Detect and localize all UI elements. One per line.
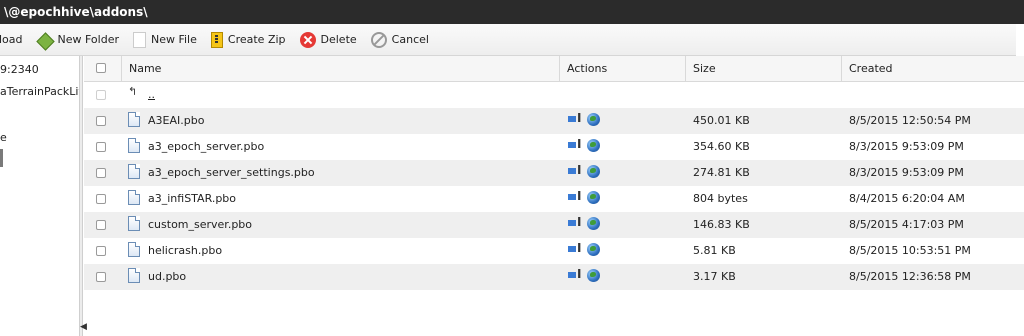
file-icon	[128, 112, 140, 127]
path-title: \@epochhive\addons\	[0, 0, 1024, 24]
file-size: 146.83 KB	[693, 218, 750, 231]
file-icon	[128, 190, 140, 205]
parent-folder-row[interactable]: ↰ ..	[84, 82, 1024, 108]
file-name[interactable]: helicrash.pbo	[148, 238, 222, 264]
file-name[interactable]: a3_epoch_server_settings.pbo	[148, 160, 315, 186]
globe-icon[interactable]	[587, 165, 600, 178]
delete-button[interactable]: Delete	[299, 31, 357, 48]
file-size: 274.81 KB	[693, 166, 750, 179]
tree-item[interactable]: e	[0, 131, 7, 144]
globe-icon[interactable]	[587, 139, 600, 152]
table-row[interactable]: helicrash.pbo 5.81 KB 8/5/2015 10:53:51 PM	[84, 238, 1024, 264]
file-name[interactable]: custom_server.pbo	[148, 212, 252, 238]
file-name[interactable]: A3EAI.pbo	[148, 108, 204, 134]
globe-icon[interactable]	[587, 269, 600, 282]
grid-header: Name Actions Size Created	[84, 56, 1024, 82]
folder-tree-pane: 9:2340 aTerrainPackLit e	[0, 56, 80, 336]
table-row[interactable]: a3_epoch_server_settings.pbo 274.81 KB 8/3…	[84, 160, 1024, 186]
rename-icon[interactable]	[568, 163, 582, 177]
table-row[interactable]: a3_infiSTAR.pbo 804 bytes 8/4/2015 6:20:04…	[84, 186, 1024, 212]
toolbar: pload New Folder New File Create Zip Del…	[0, 24, 1016, 56]
new-file-label: New File	[150, 33, 197, 46]
row-checkbox[interactable]	[96, 142, 106, 152]
table-row[interactable]: ud.pbo 3.17 KB 8/5/2015 12:36:58 PM	[84, 264, 1024, 290]
file-created: 8/3/2015 9:53:09 PM	[849, 140, 964, 153]
column-header-actions[interactable]: Actions	[560, 56, 686, 81]
upload-button[interactable]: pload	[0, 33, 23, 46]
file-created: 8/5/2015 10:53:51 PM	[849, 244, 971, 257]
select-all-checkbox[interactable]	[96, 63, 106, 73]
column-header-created[interactable]: Created	[842, 56, 1024, 81]
folder-add-icon	[37, 32, 53, 48]
file-name[interactable]: a3_epoch_server.pbo	[148, 134, 264, 160]
row-checkbox[interactable]	[96, 220, 106, 230]
up-folder-icon: ↰	[128, 85, 138, 98]
file-grid: Name Actions Size Created ↰ .. A3EAI.pbo…	[84, 56, 1024, 336]
file-icon	[128, 242, 140, 257]
column-header-size[interactable]: Size	[686, 56, 842, 81]
parent-folder-link[interactable]: ..	[148, 82, 155, 108]
rename-icon[interactable]	[568, 215, 582, 229]
rename-icon[interactable]	[568, 111, 582, 125]
row-checkbox[interactable]	[96, 194, 106, 204]
file-name[interactable]: a3_infiSTAR.pbo	[148, 186, 236, 212]
file-size: 5.81 KB	[693, 244, 736, 257]
new-file-icon	[132, 31, 146, 48]
file-created: 8/5/2015 12:50:54 PM	[849, 114, 971, 127]
create-zip-button[interactable]: Create Zip	[210, 31, 286, 48]
file-icon	[128, 216, 140, 231]
table-row[interactable]: custom_server.pbo 146.83 KB 8/5/2015 4:17:…	[84, 212, 1024, 238]
new-file-button[interactable]: New File	[132, 31, 197, 48]
zip-icon	[210, 31, 223, 48]
rename-icon[interactable]	[568, 267, 582, 281]
column-header-name[interactable]: Name	[122, 56, 560, 81]
tree-item[interactable]: 9:2340	[0, 63, 39, 76]
globe-icon[interactable]	[587, 113, 600, 126]
cancel-button[interactable]: Cancel	[370, 31, 429, 48]
file-icon	[128, 268, 140, 283]
file-created: 8/5/2015 12:36:58 PM	[849, 270, 971, 283]
globe-icon[interactable]	[587, 217, 600, 230]
rename-icon[interactable]	[568, 241, 582, 255]
row-checkbox[interactable]	[96, 168, 106, 178]
file-created: 8/5/2015 4:17:03 PM	[849, 218, 964, 231]
rename-icon[interactable]	[568, 189, 582, 203]
file-created: 8/4/2015 6:20:04 AM	[849, 192, 965, 205]
table-row[interactable]: a3_epoch_server.pbo 354.60 KB 8/3/2015 9:5…	[84, 134, 1024, 160]
cancel-label: Cancel	[391, 33, 429, 46]
file-size: 804 bytes	[693, 192, 748, 205]
file-size: 354.60 KB	[693, 140, 750, 153]
row-checkbox[interactable]	[96, 246, 106, 256]
table-row[interactable]: A3EAI.pbo 450.01 KB 8/5/2015 12:50:54 PM	[84, 108, 1024, 134]
row-checkbox[interactable]	[96, 116, 106, 126]
row-checkbox[interactable]	[96, 272, 106, 282]
new-folder-button[interactable]: New Folder	[37, 32, 119, 48]
file-created: 8/3/2015 9:53:09 PM	[849, 166, 964, 179]
upload-label: pload	[0, 33, 23, 46]
select-all-cell	[84, 56, 122, 81]
delete-icon	[299, 31, 316, 48]
create-zip-label: Create Zip	[227, 33, 286, 46]
globe-icon[interactable]	[587, 191, 600, 204]
file-size: 3.17 KB	[693, 270, 736, 283]
globe-icon[interactable]	[587, 243, 600, 256]
file-name[interactable]: ud.pbo	[148, 264, 186, 290]
new-folder-label: New Folder	[57, 33, 119, 46]
pane-splitter[interactable]: ◀	[80, 56, 87, 336]
delete-label: Delete	[320, 33, 357, 46]
file-icon	[128, 164, 140, 179]
selection-marker	[0, 149, 3, 167]
rename-icon[interactable]	[568, 137, 582, 151]
tree-item[interactable]: aTerrainPackLit	[0, 85, 79, 98]
file-size: 450.01 KB	[693, 114, 750, 127]
row-checkbox[interactable]	[96, 90, 106, 100]
cancel-icon	[370, 31, 387, 48]
file-icon	[128, 138, 140, 153]
